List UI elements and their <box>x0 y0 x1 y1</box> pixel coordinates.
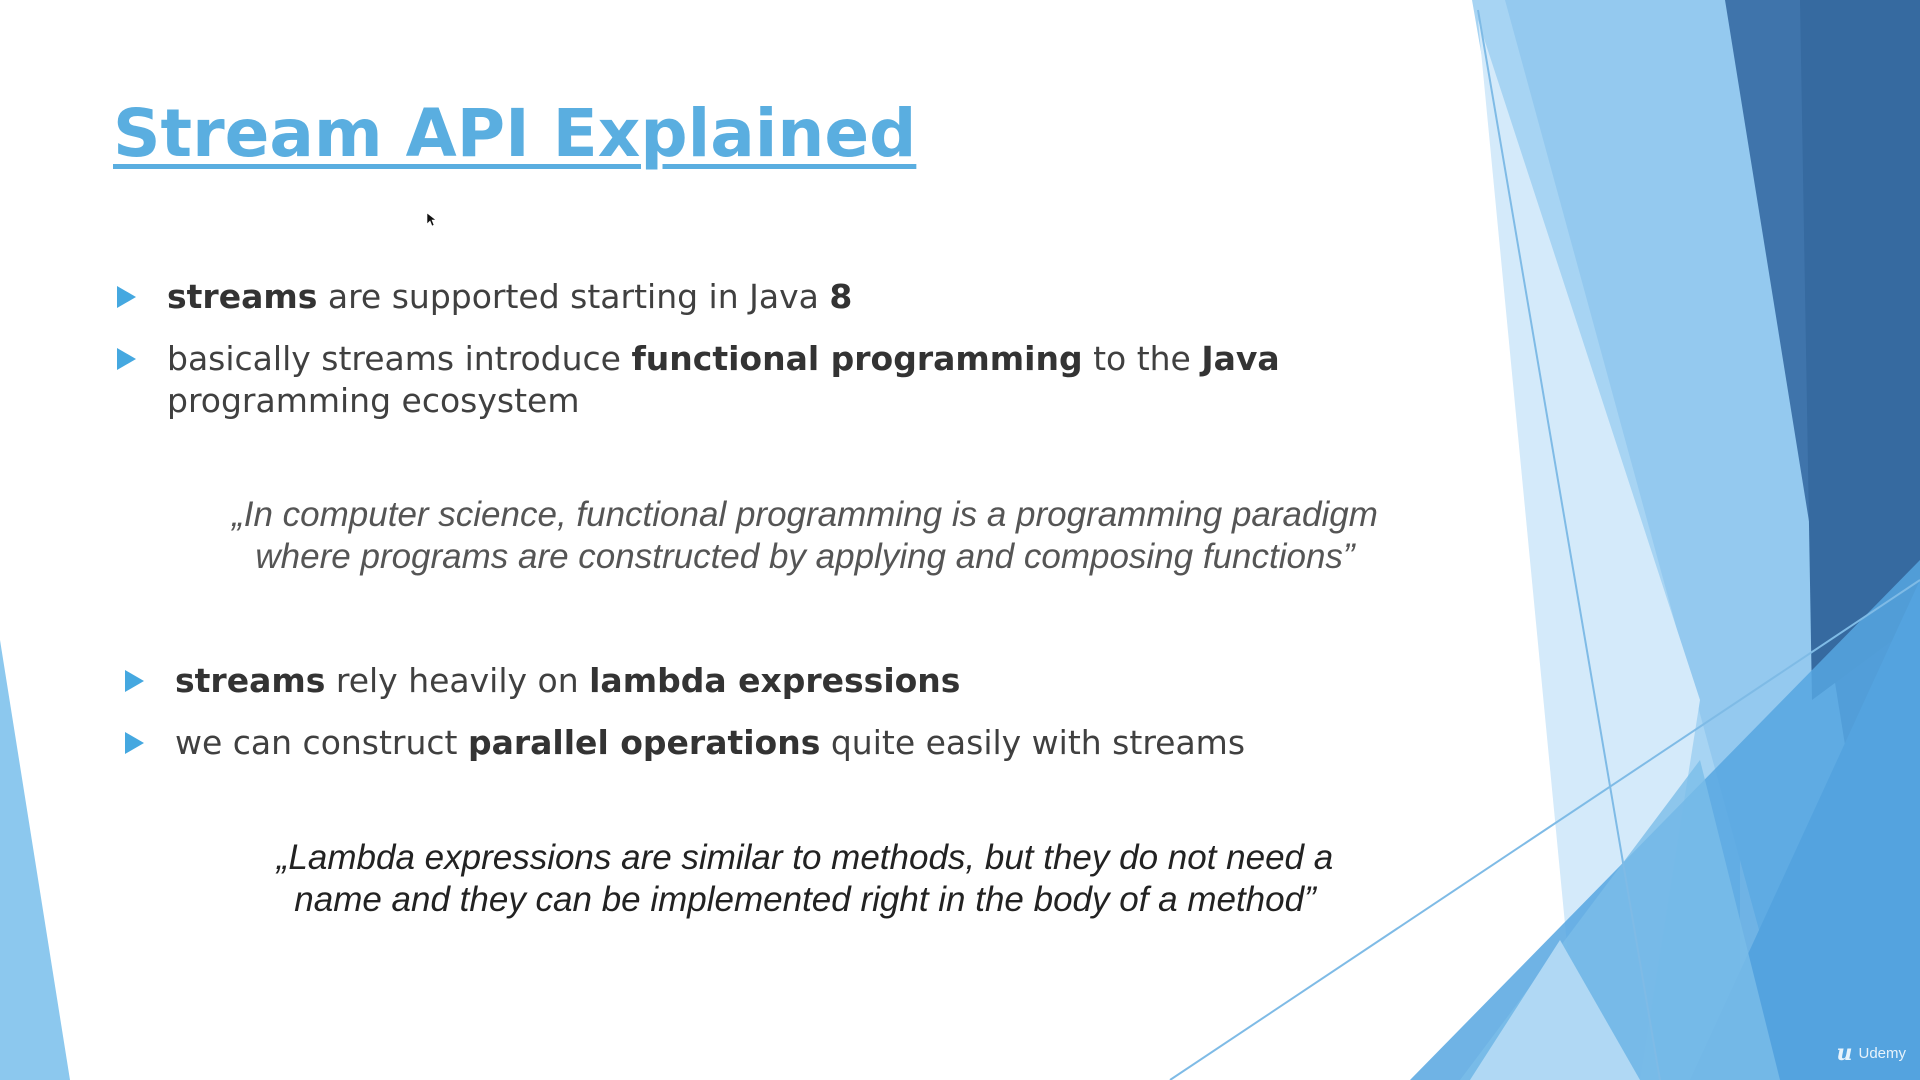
bullet-list-bottom: streams rely heavily on lambda expressio… <box>120 660 1480 784</box>
quote-line: name and they can be implemented right i… <box>294 880 1316 919</box>
bullet-item: streams are supported starting in Java 8 <box>112 276 1472 318</box>
bullet-text-bold: streams <box>167 277 318 316</box>
functional-programming-quote: „In computer science, functional program… <box>160 494 1450 578</box>
quote-line: „In computer science, functional program… <box>232 495 1378 534</box>
quote-line: where programs are constructed by applyi… <box>255 537 1355 576</box>
triangle-right-icon <box>117 286 136 308</box>
bullet-text: are supported starting in Java <box>317 277 830 316</box>
bullet-text: rely heavily on <box>325 661 590 700</box>
bullet-text: quite easily with streams <box>820 723 1246 762</box>
triangle-right-icon <box>125 670 144 692</box>
bullet-text: we can construct <box>175 723 468 762</box>
slide-title: Stream API Explained <box>113 95 917 172</box>
bullet-text-bold: lambda expressions <box>589 661 961 700</box>
bullet-text-bold: functional programming <box>631 339 1083 378</box>
bullet-list-top: streams are supported starting in Java 8… <box>112 276 1472 442</box>
watermark-text: Udemy <box>1858 1044 1906 1062</box>
bullet-item: basically streams introduce functional p… <box>112 338 1472 422</box>
bullet-item: we can construct parallel operations qui… <box>120 722 1480 764</box>
left-edge-shape <box>0 640 70 1080</box>
bullet-text: basically streams introduce <box>167 339 632 378</box>
bullet-text-bold: streams <box>175 661 326 700</box>
bullet-text: to the <box>1082 339 1202 378</box>
triangle-right-icon <box>125 732 144 754</box>
lambda-expressions-quote: „Lambda expressions are similar to metho… <box>160 837 1450 921</box>
bullet-text-bold: parallel operations <box>468 723 821 762</box>
quote-line: „Lambda expressions are similar to metho… <box>276 838 1334 877</box>
mouse-pointer-icon <box>427 213 437 227</box>
udemy-logo-icon: u <box>1836 1040 1853 1066</box>
bullet-text-bold: 8 <box>829 277 853 316</box>
presentation-slide: Stream API Explained streams are support… <box>0 0 1920 1080</box>
bullet-text-bold: Java <box>1201 339 1280 378</box>
bullet-text: programming ecosystem <box>167 381 580 420</box>
bullet-item: streams rely heavily on lambda expressio… <box>120 660 1480 702</box>
triangle-right-icon <box>117 348 136 370</box>
udemy-watermark: u Udemy <box>1836 1040 1906 1066</box>
